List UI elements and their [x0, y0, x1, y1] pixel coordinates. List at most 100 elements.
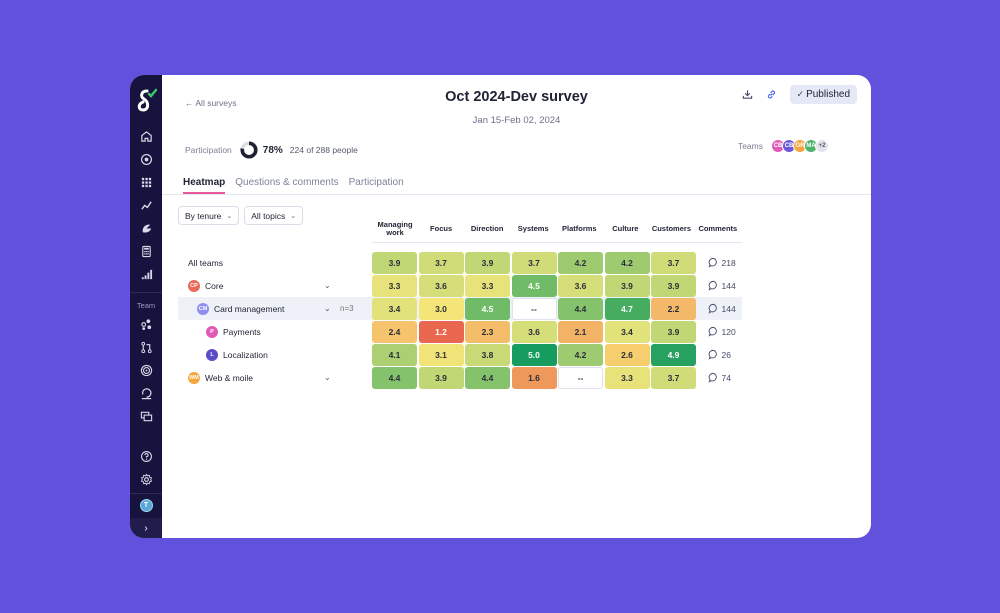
- heatmap-cell[interactable]: 5.0: [511, 343, 557, 366]
- chevron-down-icon[interactable]: ⌄: [324, 304, 331, 313]
- heatmap-cell[interactable]: 4.2: [558, 343, 603, 366]
- comments-count[interactable]: 74: [698, 372, 731, 383]
- heatmap-cell[interactable]: 3.9: [418, 366, 464, 389]
- comments-count-value: 120: [721, 326, 736, 337]
- team-avatar: CP: [188, 279, 200, 292]
- heatmap-row: 3.9 3.7 3.9 3.7 4.2 4.2 3.7 218: [372, 251, 742, 274]
- published-status-button[interactable]: ✓ Published: [789, 85, 857, 104]
- heatmap-cell[interactable]: 3.9: [604, 274, 650, 297]
- tab-heatmap[interactable]: Heatmap: [183, 177, 226, 194]
- group-by-dropdown[interactable]: By tenure ⌄: [178, 206, 240, 225]
- heatmap-table: Managing work Focus Direction Systems Platfo…: [372, 215, 742, 389]
- heatmap-cell[interactable]: 3.3: [465, 274, 510, 297]
- heatmap-row: 2.4 1.2 2.3 3.6 2.1 3.4 3.9 120: [372, 320, 742, 343]
- heatmap-cell[interactable]: 3.7: [511, 251, 557, 274]
- heatmap-cell[interactable]: 2.3: [465, 320, 510, 343]
- heatmap-cell[interactable]: 3.9: [651, 320, 696, 343]
- column-header[interactable]: Managing work: [372, 220, 418, 237]
- heatmap-cell[interactable]: 3.1: [418, 343, 464, 366]
- feedback-icon[interactable]: [138, 220, 154, 236]
- heatmap-cell[interactable]: 1.2: [418, 320, 464, 343]
- team-name: All teams: [188, 257, 223, 268]
- help-icon[interactable]: [138, 448, 154, 464]
- heatmap-cell[interactable]: 3.7: [651, 366, 696, 389]
- heatmap-cell[interactable]: 4.5: [511, 274, 557, 297]
- team-chips[interactable]: CB CB GR MA +2: [771, 139, 829, 153]
- windows-icon[interactable]: [138, 408, 154, 424]
- heatmap-cell[interactable]: 3.3: [372, 274, 417, 297]
- heatmap-cell[interactable]: 3.7: [418, 251, 464, 274]
- heatmap-cell[interactable]: 2.1: [558, 320, 603, 343]
- team-name: Payments: [223, 326, 261, 337]
- comments-count[interactable]: 120: [698, 326, 736, 337]
- heatmap-cell[interactable]: 1.6: [511, 366, 557, 389]
- heatmap-cell[interactable]: 3.6: [558, 274, 603, 297]
- trend-icon[interactable]: [138, 197, 154, 213]
- heatmap-cell[interactable]: 2.2: [651, 297, 696, 320]
- heatmap-cell[interactable]: 4.5: [465, 297, 510, 320]
- calculator-icon[interactable]: [138, 243, 154, 259]
- column-header[interactable]: Systems: [510, 224, 556, 233]
- comments-count-value: 74: [721, 372, 731, 383]
- heatmap-row: 4.1 3.1 3.8 5.0 4.2 2.6 4.9 26: [372, 343, 742, 366]
- heatmap-cell[interactable]: 4.4: [558, 297, 603, 320]
- user-avatar[interactable]: T: [139, 499, 153, 512]
- heatmap-cell[interactable]: 3.3: [604, 366, 650, 389]
- more-teams-chip[interactable]: +2: [815, 139, 829, 153]
- comments-count[interactable]: 218: [698, 257, 736, 268]
- expand-sidebar-button[interactable]: ›: [130, 518, 162, 538]
- heatmap-cell[interactable]: 3.4: [372, 297, 417, 320]
- link-icon[interactable]: [766, 89, 778, 101]
- radar-icon[interactable]: [138, 362, 154, 378]
- heatmap-cell[interactable]: 3.7: [651, 251, 696, 274]
- column-header[interactable]: Culture: [602, 224, 648, 233]
- heatmap-cell[interactable]: 4.1: [372, 343, 417, 366]
- comments-count[interactable]: 144: [698, 303, 736, 314]
- teams-label: Teams: [737, 141, 763, 151]
- chevron-down-icon[interactable]: ⌄: [324, 373, 331, 382]
- comments-count[interactable]: 26: [698, 349, 731, 360]
- heatmap-cell[interactable]: 3.9: [465, 251, 510, 274]
- heatmap-cell[interactable]: 4.4: [372, 366, 417, 389]
- heatmap-cell[interactable]: 3.6: [511, 320, 557, 343]
- heatmap-cell[interactable]: 4.2: [604, 251, 650, 274]
- app-logo[interactable]: [135, 88, 158, 114]
- tab-participation[interactable]: Participation: [349, 177, 404, 194]
- sync-icon[interactable]: [138, 385, 154, 401]
- heatmap-cell[interactable]: 2.6: [604, 343, 650, 366]
- heatmap-cell[interactable]: 3.4: [604, 320, 650, 343]
- comments-count-value: 144: [721, 280, 736, 291]
- heatmap-cell[interactable]: --: [558, 366, 603, 389]
- pull-request-icon[interactable]: [138, 339, 154, 355]
- column-header[interactable]: Platforms: [556, 224, 602, 233]
- heatmap-cell[interactable]: 4.2: [558, 251, 603, 274]
- column-header[interactable]: Customers: [648, 224, 694, 233]
- comments-count[interactable]: 144: [698, 280, 736, 291]
- heatmap-cell[interactable]: 3.0: [418, 297, 464, 320]
- heatmap-cell[interactable]: 3.9: [651, 274, 696, 297]
- column-header[interactable]: Direction: [464, 224, 510, 233]
- download-icon[interactable]: [742, 89, 754, 101]
- comment-icon: [707, 349, 717, 360]
- heatmap-cell[interactable]: 2.4: [372, 320, 417, 343]
- home-icon[interactable]: [138, 128, 154, 144]
- chevron-down-icon[interactable]: ⌄: [324, 281, 331, 290]
- settings-icon[interactable]: [138, 471, 154, 487]
- heatmap-cell[interactable]: --: [511, 297, 557, 320]
- column-header[interactable]: Focus: [418, 224, 464, 233]
- heatmap-cell[interactable]: 3.8: [465, 343, 510, 366]
- grid-icon[interactable]: [138, 174, 154, 190]
- target-icon[interactable]: [138, 151, 154, 167]
- heatmap-cell[interactable]: 3.6: [418, 274, 464, 297]
- participation-label: Participation: [185, 145, 232, 155]
- heatmap-cell[interactable]: 4.9: [651, 343, 696, 366]
- heatmap-cell[interactable]: 4.4: [465, 366, 510, 389]
- heatmap-cell[interactable]: 3.9: [372, 251, 417, 274]
- heatmap-cell[interactable]: 4.7: [604, 297, 650, 320]
- published-label: Published: [806, 89, 850, 100]
- team-name: Web & moile: [205, 372, 254, 383]
- tab-questions-comments[interactable]: Questions & comments: [235, 177, 338, 194]
- topics-dropdown[interactable]: All topics ⌄: [244, 206, 304, 225]
- bar-chart-icon[interactable]: [138, 266, 154, 282]
- team-nodes-icon[interactable]: [138, 316, 154, 332]
